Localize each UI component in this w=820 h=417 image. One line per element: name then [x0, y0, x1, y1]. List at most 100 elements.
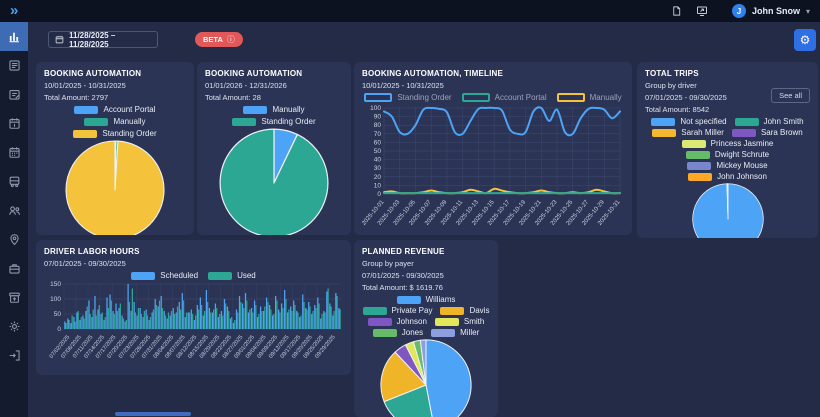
sidebar-item-bar-chart[interactable] — [0, 22, 28, 51]
orders-list-icon — [8, 60, 20, 71]
sidebar-item-drivers[interactable] — [0, 196, 28, 225]
svg-text:90: 90 — [374, 114, 382, 121]
user-menu[interactable]: J John Snow ▾ — [722, 4, 810, 18]
sidebar — [0, 22, 28, 417]
see-all-button[interactable]: See all — [771, 88, 810, 103]
legend-item[interactable]: Account Portal — [74, 105, 156, 114]
sidebar-item-settings-gear[interactable] — [0, 312, 28, 341]
legend-label: Standing Order — [397, 93, 452, 102]
date-range-picker[interactable]: 11/28/2025 – 11/28/2025 — [48, 30, 158, 49]
panel-planned-revenue: PLANNED REVENUE Group by payer 07/01/202… — [354, 240, 498, 417]
legend-swatch — [232, 117, 257, 126]
legend-item[interactable]: Account Portal — [461, 93, 547, 102]
panel-title: DRIVER LABOR HOURS — [44, 247, 140, 256]
legend-item[interactable]: John Smith — [734, 117, 804, 126]
legend-label: Standing Order — [102, 129, 157, 138]
planned-revenue-pie-chart[interactable] — [380, 339, 472, 417]
legend-swatch — [688, 172, 713, 181]
logout-icon — [9, 350, 20, 361]
sidebar-item-location-pin[interactable] — [0, 225, 28, 254]
beta-badge[interactable]: BETA ⓘ — [195, 32, 243, 47]
svg-text:30: 30 — [374, 165, 382, 172]
legend-label: Account Portal — [494, 93, 547, 102]
svg-text:70: 70 — [374, 131, 382, 138]
svg-text:80: 80 — [374, 122, 382, 129]
legend-item[interactable]: Not specified — [651, 117, 727, 126]
legend-item[interactable]: Miller — [431, 328, 479, 337]
legend-item[interactable]: Manually — [243, 105, 305, 114]
legend-label: Manually — [589, 93, 622, 102]
legend-item[interactable]: Manually — [556, 93, 622, 102]
legend-item[interactable]: Jones — [372, 328, 423, 337]
main-content: 11/28/2025 – 11/28/2025 BETA ⓘ ⚙ BOOKING… — [28, 22, 820, 417]
legend-label: Smith — [463, 317, 485, 326]
legend-item[interactable]: Dwight Schrute — [685, 150, 769, 159]
sidebar-item-calendar[interactable] — [0, 138, 28, 167]
svg-text:40: 40 — [374, 157, 382, 164]
legend-item[interactable]: Scheduled — [131, 271, 198, 280]
svg-text:50: 50 — [54, 311, 62, 318]
legend-swatch — [734, 117, 759, 126]
booking-timeline-line-chart[interactable]: 01020304050607080901002025-10-012025-10-… — [361, 104, 624, 235]
sidebar-item-orders-list[interactable] — [0, 51, 28, 80]
date-range-value: 11/28/2025 – 11/28/2025 — [69, 30, 116, 49]
panel-total: Total Amount: 2797 — [44, 93, 109, 102]
legend-swatch — [372, 328, 397, 337]
panel-date-range: 07/01/2025 - 09/30/2025 — [44, 259, 126, 268]
panel-title: PLANNED REVENUE — [362, 247, 445, 256]
briefcase-icon — [8, 264, 20, 274]
sidebar-expand-button[interactable]: » — [10, 1, 18, 21]
svg-text:60: 60 — [374, 139, 382, 146]
booking-automation-2026-pie-chart[interactable] — [219, 128, 329, 235]
legend-item[interactable]: Davis — [440, 306, 489, 315]
screen-share-icon[interactable] — [696, 5, 708, 17]
legend-item[interactable]: Standing Order — [73, 129, 157, 138]
legend-item[interactable]: Sara Brown — [731, 128, 803, 137]
sidebar-item-schedule-day[interactable] — [0, 109, 28, 138]
avatar: J — [731, 4, 746, 18]
chart-legend: Scheduled Used — [44, 271, 343, 280]
legend-label: Scheduled — [160, 271, 199, 280]
legend-item[interactable]: Used — [208, 271, 256, 280]
legend-label: Manually — [113, 117, 146, 126]
sidebar-item-archive[interactable] — [0, 283, 28, 312]
legend-item[interactable]: Sarah Miller — [652, 128, 724, 137]
info-icon: ⓘ — [226, 35, 235, 44]
horizontal-scrollbar[interactable] — [115, 412, 191, 416]
sidebar-item-briefcase[interactable] — [0, 254, 28, 283]
dashboard-settings-button[interactable]: ⚙ — [794, 29, 816, 51]
drivers-icon — [8, 206, 20, 215]
legend-item[interactable]: Manually — [84, 117, 146, 126]
legend-item[interactable]: Smith — [434, 317, 485, 326]
location-pin-icon — [9, 234, 19, 246]
legend-item[interactable]: Princess Jasmine — [681, 139, 773, 148]
legend-swatch — [651, 117, 676, 126]
legend-item[interactable]: Mickey Mouse — [687, 161, 768, 170]
panel-total-trips: TOTAL TRIPS Group by driver 07/01/2025 -… — [637, 62, 818, 238]
sidebar-item-notes[interactable] — [0, 80, 28, 109]
legend-swatch — [364, 93, 393, 102]
driver-labor-hours-bar-chart[interactable]: 05010015007/02/202507/06/202507/11/20250… — [44, 281, 343, 369]
sidebar-item-logout[interactable] — [0, 341, 28, 370]
sidebar-item-vehicle[interactable] — [0, 167, 28, 196]
legend-item[interactable]: Johnson — [367, 317, 427, 326]
settings-gear-icon — [9, 321, 19, 332]
panel-title: BOOKING AUTOMATION — [44, 69, 142, 78]
booking-automation-pie-chart[interactable] — [65, 140, 165, 235]
legend-label: Johnson — [396, 317, 427, 326]
legend-item[interactable]: Standing Order — [364, 93, 452, 102]
panel-total: Total Amount: 8542 — [645, 105, 710, 114]
legend-item[interactable]: John Johnson — [688, 172, 767, 181]
panel-driver-labor-hours: DRIVER LABOR HOURS 07/01/2025 - 09/30/20… — [36, 240, 351, 375]
legend-item[interactable]: Williams — [396, 295, 455, 304]
legend-swatch — [208, 271, 233, 280]
legend-swatch — [687, 161, 712, 170]
total-trips-pie-chart[interactable] — [691, 183, 764, 238]
legend-swatch — [367, 317, 392, 326]
report-document-icon[interactable] — [671, 5, 682, 17]
legend-swatch — [431, 328, 456, 337]
panel-total: Total Amount: 28 — [205, 93, 261, 102]
legend-item[interactable]: Standing Order — [232, 117, 316, 126]
top-bar: » J John Snow ▾ — [0, 0, 820, 22]
legend-item[interactable]: Private Pay — [362, 306, 432, 315]
